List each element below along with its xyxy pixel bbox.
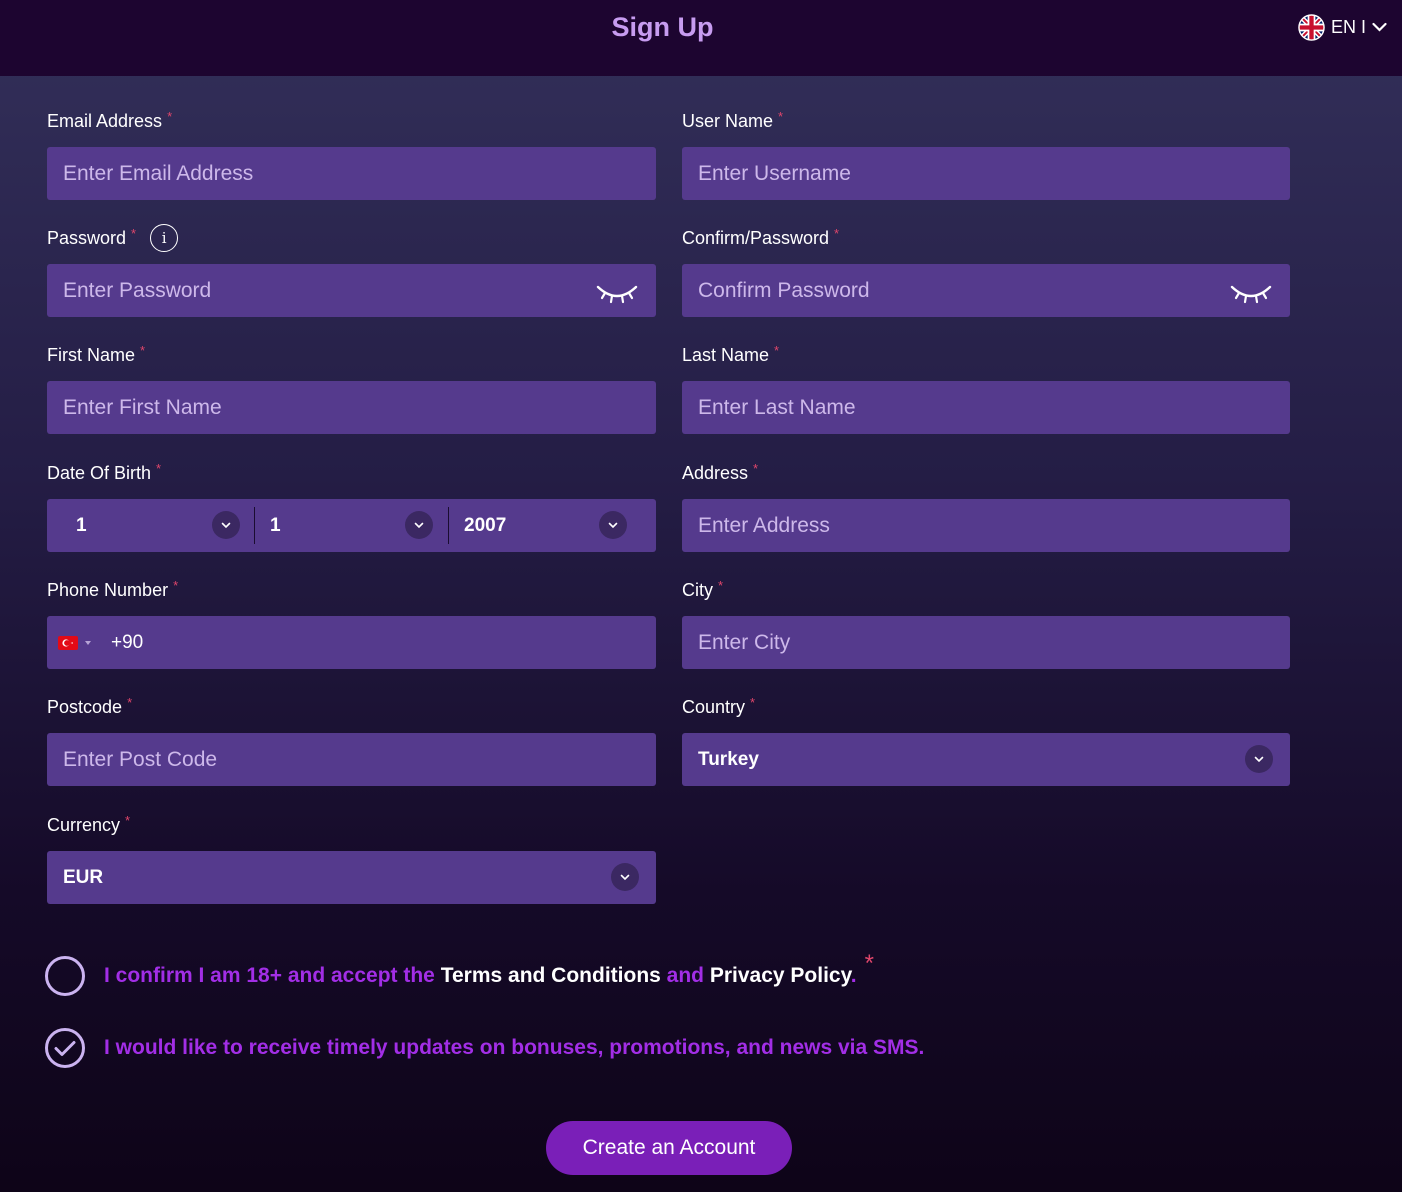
privacy-link[interactable]: Privacy Policy <box>710 964 851 987</box>
dob-day-value: 1 <box>76 514 87 536</box>
postcode-label: Postcode * <box>47 695 133 717</box>
language-code: EN I <box>1331 16 1367 37</box>
dob-label: Date Of Birth * <box>47 461 162 483</box>
required-marker: * <box>125 813 131 828</box>
sms-text: I would like to receive timely updates o… <box>104 1036 925 1059</box>
password-label: Password * i <box>47 224 179 252</box>
first-name-label: First Name * <box>47 343 146 365</box>
postcode-input[interactable] <box>47 733 656 786</box>
dob-day-select[interactable]: 1 <box>47 499 254 552</box>
turkey-flag-icon[interactable] <box>58 636 78 650</box>
password-input[interactable] <box>47 264 656 317</box>
address-label: Address * <box>682 461 759 483</box>
dob-month-select[interactable]: 1 <box>255 499 448 552</box>
chevron-down-icon <box>1372 22 1387 32</box>
phone-label: Phone Number * <box>47 578 179 600</box>
currency-select[interactable]: EUR <box>47 851 656 904</box>
chevron-down-icon <box>599 511 627 539</box>
terms-checkbox[interactable] <box>45 956 85 996</box>
username-label: User Name * <box>682 109 784 131</box>
info-icon[interactable]: i <box>150 224 179 252</box>
email-input[interactable] <box>47 147 656 200</box>
dob-year-value: 2007 <box>464 514 507 536</box>
chevron-down-icon <box>611 863 639 891</box>
last-name-input[interactable] <box>682 381 1290 434</box>
required-marker: * <box>750 695 756 710</box>
dob-selector: 1 1 2007 <box>47 499 656 552</box>
required-marker: * <box>140 343 146 358</box>
phone-code: +90 <box>111 632 144 653</box>
page-title: Sign Up <box>611 12 714 42</box>
terms-link[interactable]: Terms and Conditions <box>441 964 661 987</box>
confirm-password-input[interactable] <box>682 264 1290 317</box>
address-input[interactable] <box>682 499 1290 552</box>
required-marker: * <box>864 950 874 977</box>
country-label: Country * <box>682 695 756 717</box>
currency-label: Currency * <box>47 813 131 835</box>
email-label: Email Address * <box>47 109 173 131</box>
uk-flag-icon <box>1298 13 1325 41</box>
sms-checkbox[interactable] <box>45 1028 85 1068</box>
required-marker: * <box>127 695 133 710</box>
header: Sign Up EN I <box>0 0 1402 76</box>
last-name-label: Last Name * <box>682 343 780 365</box>
language-selector[interactable]: EN I <box>1298 13 1387 41</box>
city-input[interactable] <box>682 616 1290 669</box>
first-name-input[interactable] <box>47 381 656 434</box>
eye-closed-icon[interactable] <box>1230 283 1272 305</box>
phone-input[interactable]: +90 <box>47 616 656 669</box>
required-marker: * <box>834 226 840 241</box>
confirm-password-label: Confirm/Password * <box>682 226 840 248</box>
dob-year-select[interactable]: 2007 <box>449 499 656 552</box>
country-value: Turkey <box>698 749 759 770</box>
sms-consent: I would like to receive timely updates o… <box>45 1028 924 1068</box>
eye-closed-icon[interactable] <box>596 283 638 305</box>
required-marker: * <box>156 461 162 476</box>
terms-text: I confirm I am 18+ and accept the Terms … <box>104 964 857 987</box>
chevron-down-icon <box>1245 745 1273 773</box>
required-marker: * <box>774 343 780 358</box>
checkmark-icon <box>54 1040 76 1056</box>
create-account-button[interactable]: Create an Account <box>546 1121 792 1175</box>
country-select[interactable]: Turkey <box>682 733 1290 786</box>
terms-consent: I confirm I am 18+ and accept the Terms … <box>45 950 874 996</box>
chevron-down-icon <box>405 511 433 539</box>
required-marker: * <box>753 461 759 476</box>
username-input[interactable] <box>682 147 1290 200</box>
required-marker: * <box>718 578 724 593</box>
required-marker: * <box>131 225 137 241</box>
city-label: City * <box>682 578 724 600</box>
required-marker: * <box>778 109 784 124</box>
required-marker: * <box>173 578 179 593</box>
currency-value: EUR <box>63 867 104 888</box>
caret-down-icon[interactable] <box>85 641 91 645</box>
required-marker: * <box>167 109 173 124</box>
dob-month-value: 1 <box>270 514 281 536</box>
chevron-down-icon <box>212 511 240 539</box>
